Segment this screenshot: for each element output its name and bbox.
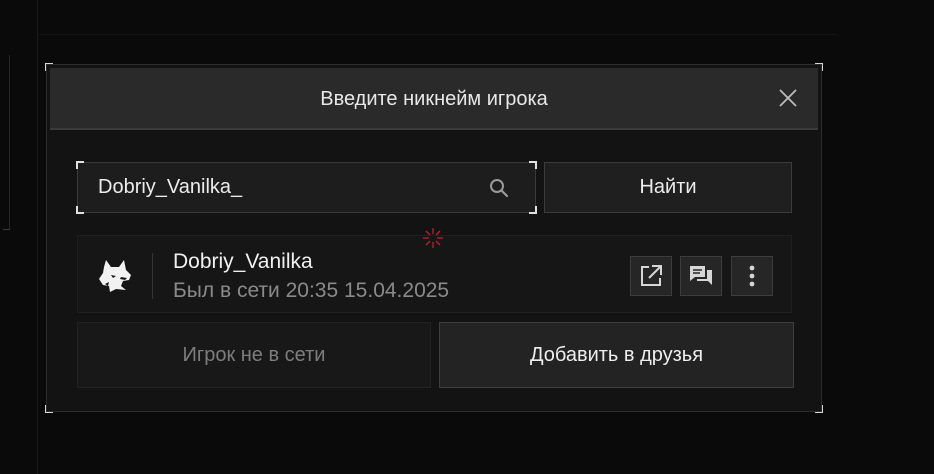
background-divider (37, 0, 38, 474)
search-corner (529, 206, 537, 214)
background-tick (3, 229, 10, 230)
background-divider-top (37, 34, 837, 35)
add-friend-button[interactable]: Добавить в друзья (439, 322, 794, 388)
dialog-header: Введите никнейм игрока (50, 68, 818, 130)
player-name: Dobriy_Vanilka (173, 250, 313, 273)
player-offline-button: Игрок не в сети (77, 322, 431, 388)
chat-icon (690, 266, 712, 285)
dialog-title: Введите никнейм игрока (320, 88, 548, 110)
dialog-corner (45, 405, 53, 413)
close-button[interactable] (776, 86, 800, 110)
search-corner (76, 206, 84, 214)
dialog-corner (815, 405, 823, 413)
more-vertical-icon (749, 265, 755, 287)
player-last-seen: Был в сети 20:35 15.04.2025 (173, 279, 450, 302)
card-divider (152, 253, 153, 299)
external-link-icon (641, 265, 662, 286)
more-options-button[interactable] (731, 256, 773, 296)
close-icon (779, 89, 797, 107)
search-corner (529, 161, 537, 169)
chat-button[interactable] (680, 256, 722, 296)
search-corner (76, 161, 84, 169)
open-profile-button[interactable] (630, 256, 672, 296)
find-button[interactable]: Найти (544, 162, 792, 213)
search-icon[interactable] (489, 178, 509, 198)
background-divider-left (9, 55, 10, 230)
crosshair-icon (423, 228, 443, 248)
nickname-input[interactable] (98, 163, 478, 212)
search-box (76, 161, 537, 214)
wolf-icon (99, 260, 131, 292)
